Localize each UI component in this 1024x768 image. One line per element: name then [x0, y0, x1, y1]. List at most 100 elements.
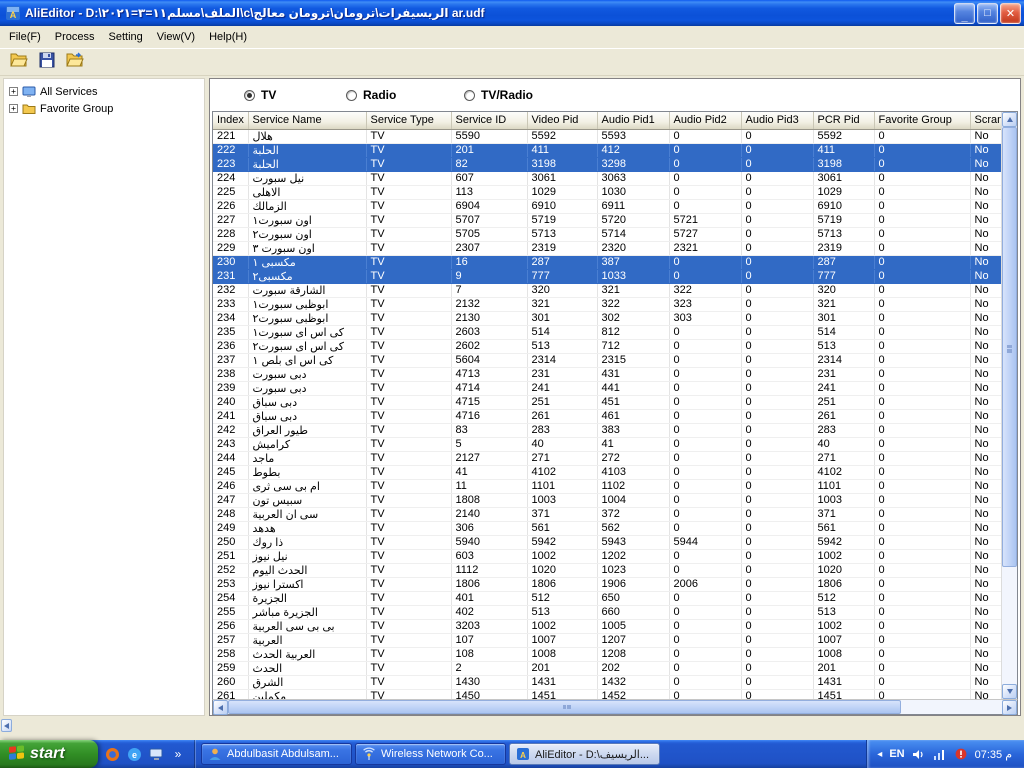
table-row[interactable]: 243كراميشTV5404100400No: [213, 437, 1001, 451]
taskbar-button-wireless[interactable]: Wireless Network Co...: [355, 743, 506, 765]
menu-help[interactable]: Help(H): [202, 29, 254, 45]
menu-view[interactable]: View(V): [150, 29, 202, 45]
table-row[interactable]: 251نيل نيوزTV603100212020010020No: [213, 549, 1001, 563]
language-indicator[interactable]: EN: [889, 748, 904, 760]
table-row[interactable]: 225الاهلىTV113102910300010290No: [213, 185, 1001, 199]
table-row[interactable]: 227اون سبورت١TV5707571957205721057190No: [213, 213, 1001, 227]
table-row[interactable]: 245بطوطTV41410241030041020No: [213, 465, 1001, 479]
col-audio-pid1[interactable]: Audio Pid1: [597, 112, 669, 129]
wireless-signal-icon[interactable]: [933, 747, 947, 761]
radio-unselected-icon[interactable]: [346, 90, 357, 101]
maximize-button[interactable]: □: [977, 3, 998, 24]
radio-tv[interactable]: TV: [244, 88, 346, 102]
table-row[interactable]: 230مكسبى ١TV16287387002870No: [213, 255, 1001, 269]
table-row[interactable]: 257العربيةTV107100712070010070No: [213, 633, 1001, 647]
table-row[interactable]: 233ابوظبى سبورت١TV213232132232303210No: [213, 297, 1001, 311]
radio-radio[interactable]: Radio: [346, 88, 464, 102]
col-audio-pid3[interactable]: Audio Pid3: [741, 112, 813, 129]
taskbar-button-abdulbasit[interactable]: Abdulbasit Abdulsam...: [201, 743, 352, 765]
expand-plus-icon[interactable]: +: [9, 104, 18, 113]
table-row[interactable]: 232الشارقة سبورتTV732032132203200No: [213, 283, 1001, 297]
table-row[interactable]: 223الحلبةTV82319832980031980No: [213, 157, 1001, 171]
window-scroll-stub[interactable]: [1, 719, 12, 732]
show-desktop-icon[interactable]: [148, 746, 164, 762]
table-row[interactable]: 229اون سبورت ٣TV2307231923202321023190No: [213, 241, 1001, 255]
tree-item-favorite-group[interactable]: + Favorite Group: [6, 100, 202, 117]
table-row[interactable]: 253اكسترا نيوزTV1806180619062006018060No: [213, 577, 1001, 591]
table-row[interactable]: 241دبى سباقTV4716261461002610No: [213, 409, 1001, 423]
table-row[interactable]: 244ماجدTV2127271272002710No: [213, 451, 1001, 465]
radio-unselected-icon[interactable]: [464, 90, 475, 101]
col-service-id[interactable]: Service ID: [451, 112, 527, 129]
clock[interactable]: 07:35 م: [975, 748, 1012, 761]
table-row[interactable]: 242طيور العراقTV83283383002830No: [213, 423, 1001, 437]
table-row[interactable]: 252الحدث اليومTV1112102010230010200No: [213, 563, 1001, 577]
table-row[interactable]: 226الزمالكTV6904691069110069100No: [213, 199, 1001, 213]
horizontal-scrollbar[interactable]: [212, 699, 1018, 715]
table-row[interactable]: 224نيل سبورتTV607306130630030610No: [213, 171, 1001, 185]
save-file-button[interactable]: [34, 50, 59, 74]
export-file-button[interactable]: [62, 50, 87, 74]
expand-plus-icon[interactable]: +: [9, 87, 18, 96]
col-service-type[interactable]: Service Type: [366, 112, 451, 129]
table-row[interactable]: 259الحدثTV2201202002010No: [213, 661, 1001, 675]
table-row[interactable]: 256بى بى سى العربيةTV3203100210050010020…: [213, 619, 1001, 633]
col-service-name[interactable]: Service Name: [248, 112, 366, 129]
table-row[interactable]: 247سبيس تونTV1808100310040010030No: [213, 493, 1001, 507]
start-button[interactable]: start: [0, 740, 98, 768]
table-row[interactable]: 258العربية الحدثTV108100812080010080No: [213, 647, 1001, 661]
scroll-down-button[interactable]: [1002, 684, 1017, 699]
radio-tv-radio[interactable]: TV/Radio: [464, 88, 533, 102]
col-index[interactable]: Index: [213, 112, 248, 129]
taskbar-button-alieditor[interactable]: A AliEditor - D:\الريسيف...: [509, 743, 660, 765]
table-row[interactable]: 249هدهدTV306561562005610No: [213, 521, 1001, 535]
horizontal-scroll-track[interactable]: [228, 700, 1002, 714]
close-button[interactable]: ✕: [1000, 3, 1021, 24]
scroll-left-button[interactable]: [213, 700, 228, 715]
open-file-button[interactable]: [6, 50, 31, 74]
table-row[interactable]: 235كى اس اى سبورت١TV2603514812005140No: [213, 325, 1001, 339]
vertical-scrollbar[interactable]: [1001, 112, 1017, 699]
col-pcr-pid[interactable]: PCR Pid: [813, 112, 874, 129]
tray-collapse-icon[interactable]: ◂: [877, 749, 882, 760]
table-row[interactable]: 236كى اس اى سبورت٢TV2602513712005130No: [213, 339, 1001, 353]
menu-setting[interactable]: Setting: [102, 29, 150, 45]
table-row[interactable]: 260الشرقTV1430143114320014310No: [213, 675, 1001, 689]
table-row[interactable]: 240دبى سباقTV4715251451002510No: [213, 395, 1001, 409]
menu-process[interactable]: Process: [48, 29, 102, 45]
col-favorite-group[interactable]: Favorite Group: [874, 112, 970, 129]
table-row[interactable]: 222الحلبةTV201411412004110No: [213, 143, 1001, 157]
table-row[interactable]: 228اون سبورت٢TV5705571357145727057130No: [213, 227, 1001, 241]
table-row[interactable]: 246ام بى سى ثرىTV11110111020011010No: [213, 479, 1001, 493]
table-row[interactable]: 238دبى سبورتTV4713231431002310No: [213, 367, 1001, 381]
table-row[interactable]: 231مكسبى٢TV97771033007770No: [213, 269, 1001, 283]
table-row[interactable]: 239دبى سبورتTV4714241441002410No: [213, 381, 1001, 395]
table-row[interactable]: 237كى اس اى بلص ١TV5604231423150023140No: [213, 353, 1001, 367]
vertical-scroll-thumb[interactable]: [1002, 127, 1017, 567]
cell-video-pid: 6910: [527, 199, 597, 213]
table-row[interactable]: 261مكملينTV1450145114520014510No: [213, 689, 1001, 699]
minimize-button[interactable]: _: [954, 3, 975, 24]
horizontal-scroll-thumb[interactable]: [228, 700, 901, 714]
scroll-right-button[interactable]: [1002, 700, 1017, 715]
volume-icon[interactable]: [912, 747, 926, 761]
firefox-icon[interactable]: [104, 746, 120, 762]
table-row[interactable]: 255الجزيرة مباشرTV402513660005130No: [213, 605, 1001, 619]
table-row[interactable]: 221هلالTV5590559255930055920No: [213, 129, 1001, 143]
table-row[interactable]: 248سى ان العربيةTV2140371372003710No: [213, 507, 1001, 521]
table-row[interactable]: 250ذا روكTV5940594259435944059420No: [213, 535, 1001, 549]
vertical-scroll-track[interactable]: [1002, 127, 1017, 684]
internet-explorer-icon[interactable]: e: [126, 746, 142, 762]
menu-file[interactable]: File(F): [2, 29, 48, 45]
titlebar[interactable]: A AliEditor - D:\الملف\مسلم١١=٣=٢٠٢١\c\ا…: [0, 0, 1024, 26]
table-row[interactable]: 234ابوظبى سبورت٢TV213030130230303010No: [213, 311, 1001, 325]
quick-launch-chevron-icon[interactable]: »: [170, 746, 186, 762]
radio-selected-icon[interactable]: [244, 90, 255, 101]
table-row[interactable]: 254الجزيرةTV401512650005120No: [213, 591, 1001, 605]
tree-item-all-services[interactable]: + All Services: [6, 83, 202, 100]
col-video-pid[interactable]: Video Pid: [527, 112, 597, 129]
scroll-up-button[interactable]: [1002, 112, 1017, 127]
col-audio-pid2[interactable]: Audio Pid2: [669, 112, 741, 129]
security-alert-icon[interactable]: [954, 747, 968, 761]
col-scrambled[interactable]: Scrambl: [970, 112, 1001, 129]
